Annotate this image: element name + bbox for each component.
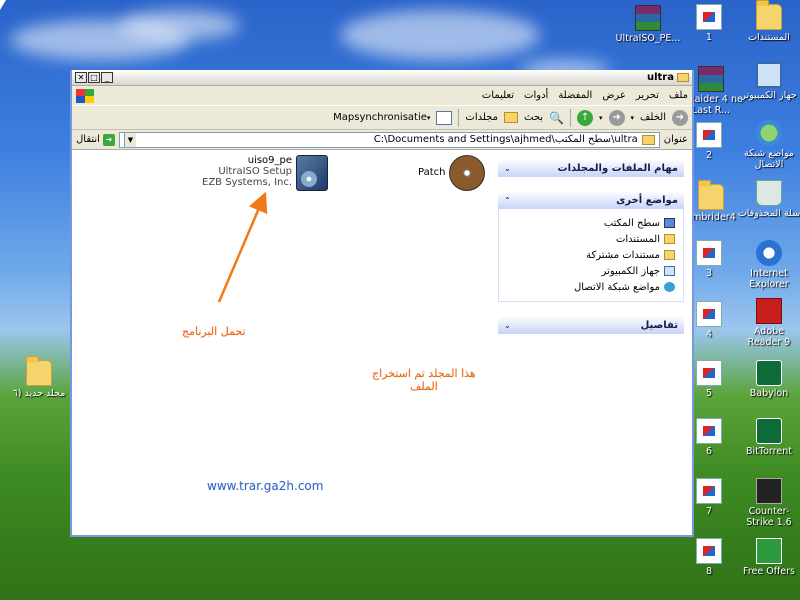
minimize-button[interactable]: _ [101,72,113,83]
bittorrent-icon [756,418,782,444]
forward-dropdown-icon[interactable]: ▾ [599,114,603,122]
folders-icon[interactable] [504,112,518,123]
document-icon [696,478,722,504]
winrar-archive-icon [635,5,661,31]
address-input[interactable]: ▼ C:\Documents and Settings\ajhmed\سطح ا… [118,131,660,148]
document-icon [696,538,722,564]
search-button[interactable]: بحث [524,112,543,123]
views-dropdown-icon[interactable]: ▾ [427,114,431,122]
document-icon [696,122,722,148]
address-label: عنوان [663,134,688,145]
desktop-icon-doc-1[interactable]: 1 [676,4,742,43]
menu-edit[interactable]: تحرير [636,90,659,101]
views-icon[interactable] [436,110,453,125]
up-folder-icon[interactable]: ↑ [577,109,594,126]
menu-view[interactable]: عرض [602,90,626,101]
maximize-button[interactable]: □ [88,72,100,83]
desktop-icon-new-folder[interactable]: مجلد جديد (٦ [6,356,72,399]
menu-help[interactable]: تعليمات [482,90,514,101]
desktop-icon-counter-strike[interactable]: Counter-Strike 1.6 [736,478,800,528]
desktop-icon-free-offers[interactable]: Free Offers [736,538,800,577]
desktop-icon-my-computer[interactable]: جهاز الكمبيوتر [736,62,800,101]
forward-arrow-icon[interactable]: ➜ [608,109,625,126]
folder-icon [26,356,52,386]
desktop-icon-ultraiso-rar[interactable]: UltraISO_PE... [615,5,681,44]
go-arrow-icon: ➜ [102,133,115,146]
window-controls: ✕ □ _ [75,72,113,83]
document-icon [696,360,722,386]
document-icon [696,301,722,327]
folder-icon [677,73,689,82]
computer-icon [756,62,782,88]
toolbar-separator [570,108,572,127]
windows-logo-icon [76,88,94,103]
babylon-icon [756,360,782,386]
mouse-cursor [0,0,6,10]
annotation-arrow [217,191,268,303]
explorer-window: ✕ □ _ ultra ملف تحرير عرض المفضلة أدوات … [70,70,694,537]
toolbar: ➜ الخلف ▾ ➜ ▾ ↑ 🔍 بحث مجلدات ▾ Mapsynchr… [72,106,692,130]
annotation-install: تحمل البرنامج [182,325,246,338]
window-title: ultra [647,72,689,83]
desktop-icon-network-places[interactable]: مواضع شبكة الاتصال [736,120,800,170]
menu-favorites[interactable]: المفضلة [558,90,592,101]
go-button[interactable]: انتقال ➜ [76,133,115,146]
close-button[interactable]: ✕ [75,72,87,83]
recycle-bin-icon [756,180,782,206]
desktop-icon-bittorrent[interactable]: BitTorrent [736,418,800,457]
menu-file[interactable]: ملف [669,90,688,101]
network-icon [756,120,782,146]
desktop-icon-my-documents[interactable]: المستندات [736,0,800,43]
folder-icon [756,0,782,30]
desktop-icon-internet-explorer[interactable]: Internet Explorer [736,240,800,290]
toolbar-text: Mapsynchronisatie [333,112,427,123]
adobe-reader-icon [756,298,782,324]
title-bar[interactable]: ✕ □ _ ultra [72,70,692,86]
back-arrow-icon[interactable]: ➜ [672,109,688,126]
back-dropdown-icon[interactable]: ▾ [631,114,635,122]
menu-tools[interactable]: أدوات [524,90,548,101]
annotation-website: www.trar.ga2h.com [207,479,324,493]
folder-icon [698,180,724,210]
address-dropdown-icon[interactable]: ▼ [123,132,136,147]
address-bar: انتقال ➜ ▼ C:\Documents and Settings\ajh… [72,130,692,150]
annotation-folder-note: هذا المجلد تم استخراج الملف [372,367,476,393]
back-button[interactable]: الخلف [640,112,666,123]
desktop-icon-recycle-bin[interactable]: سلة المحذوفات [736,180,800,219]
folder-icon [641,134,655,145]
document-icon [696,418,722,444]
desktop-icon-doc-8[interactable]: 8 [676,538,742,577]
internet-explorer-icon [756,240,782,266]
gift-icon [756,538,782,564]
desktop-icon-adobe-reader[interactable]: Adobe Reader 9 [736,298,800,348]
desktop-icon-babylon[interactable]: Babylon [736,360,800,399]
search-icon[interactable]: 🔍 [549,111,564,125]
folder-content: مهام الملفات والمجلدات ⌄ مواضع أخرى ⌃ سط… [72,151,692,535]
counter-strike-icon [756,478,782,504]
document-icon [696,240,722,266]
winrar-archive-icon [698,66,724,92]
menu-bar: ملف تحرير عرض المفضلة أدوات تعليمات [72,86,692,106]
document-icon [696,4,722,30]
folders-button[interactable]: مجلدات [465,112,498,123]
toolbar-separator [458,108,460,127]
